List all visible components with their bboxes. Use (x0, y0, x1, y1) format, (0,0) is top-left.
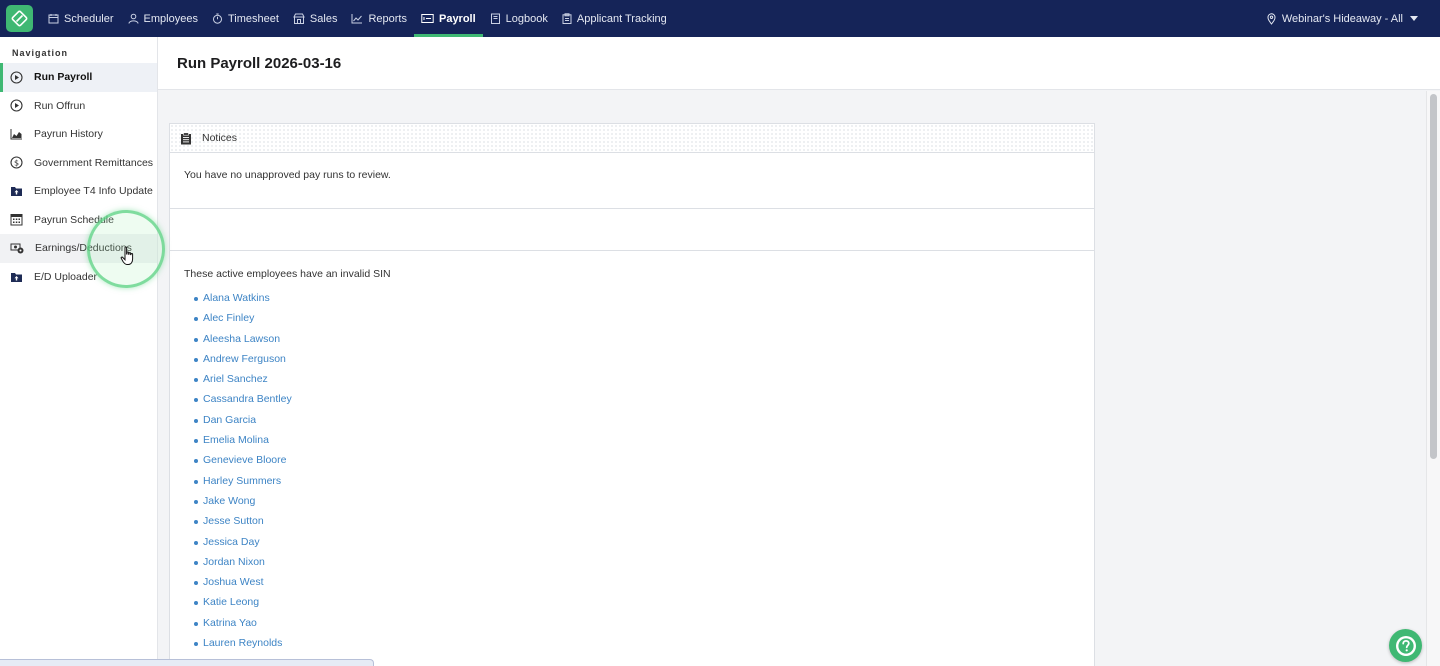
notices-panel-header: Notices (170, 124, 1094, 153)
payroll-icon (421, 14, 434, 23)
employee-link[interactable]: Andrew Ferguson (194, 353, 1094, 373)
calendar-icon (48, 14, 59, 24)
sidebar-item-label: Run Offrun (34, 99, 86, 112)
sidebar-heading: Navigation (12, 48, 69, 58)
clipboard-icon (562, 13, 572, 24)
nav-payroll[interactable]: Payroll (413, 0, 483, 37)
employee-link[interactable]: Jessica Day (194, 536, 1094, 556)
nav-timesheet[interactable]: Timesheet (205, 0, 286, 37)
sidebar-item-employee-t4-info-update[interactable]: Employee T4 Info Update (0, 177, 157, 206)
stopwatch-icon (212, 13, 222, 24)
nav-applicant-tracking[interactable]: Applicant Tracking (555, 0, 674, 37)
sidebar-item-run-offrun[interactable]: Run Offrun (0, 92, 157, 121)
invalid-sin-heading: These active employees have an invalid S… (184, 268, 391, 280)
nav-label: Timesheet (227, 12, 279, 25)
nav-label: Scheduler (64, 12, 114, 25)
employee-link[interactable]: Harley Summers (194, 475, 1094, 495)
employee-link[interactable]: Jake Wong (194, 495, 1094, 515)
page-scrollbar-thumb[interactable] (1430, 94, 1437, 459)
invalid-sin-section: These active employees have an invalid S… (170, 251, 1094, 657)
sidebar-item-payrun-history[interactable]: Payrun History (0, 120, 157, 149)
employee-link[interactable]: Katie Leong (194, 596, 1094, 616)
area-chart-icon (10, 129, 22, 140)
employee-link[interactable]: Katrina Yao (194, 617, 1094, 637)
sidebar-item-label: Run Payroll (34, 71, 93, 84)
question-mark-icon (1395, 635, 1416, 656)
line-chart-icon (351, 14, 363, 24)
play-circle-icon (10, 71, 23, 84)
employee-link[interactable]: Emelia Molina (194, 434, 1094, 454)
svg-text:$: $ (14, 159, 19, 168)
nav-scheduler[interactable]: Scheduler (41, 0, 121, 37)
location-label: Webinar's Hideaway - All (1281, 12, 1403, 25)
page-title: Run Payroll 2026-03-16 (177, 55, 342, 72)
employee-link[interactable]: Genevieve Bloore (194, 454, 1094, 474)
invalid-sin-employee-list: Alana Watkins Alec Finley Aleesha Lawson An… (184, 292, 1094, 657)
employee-link[interactable]: Alec Finley (194, 312, 1094, 332)
nav-logbook[interactable]: Logbook (483, 0, 555, 37)
sidebar: Navigation Run Payroll Run Offrun Payrun… (0, 37, 158, 666)
map-pin-icon (1267, 12, 1276, 25)
sidebar-item-label: E/D Uploader (34, 270, 98, 283)
nav-label: Reports (368, 12, 407, 25)
chevron-down-icon (1410, 16, 1418, 21)
browser-status-bar (0, 659, 374, 666)
shop-icon (293, 13, 305, 24)
nav-label: Logbook (505, 12, 548, 25)
money-gear-icon (10, 243, 24, 254)
sidebar-item-label: Government Remittances (34, 156, 154, 169)
employee-link[interactable]: Jesse Sutton (194, 515, 1094, 535)
location-selector[interactable]: Webinar's Hideaway - All (1267, 0, 1418, 37)
book-icon (490, 13, 500, 24)
top-navigation-bar: Scheduler Employees Timesheet Sales Repo… (0, 0, 1440, 37)
employee-link[interactable]: Joshua West (194, 576, 1094, 596)
notice-spacer (170, 209, 1094, 251)
employee-link[interactable]: Dan Garcia (194, 414, 1094, 434)
employee-link[interactable]: Ariel Sanchez (194, 373, 1094, 393)
sidebar-item-label: Employee T4 Info Update (34, 185, 153, 198)
folder-upload-icon (11, 187, 22, 197)
employee-link[interactable]: Cassandra Bentley (194, 393, 1094, 413)
clipboard-list-icon (181, 132, 191, 144)
page-header: Run Payroll 2026-03-16 (158, 37, 1440, 90)
sidebar-item-label: Payrun History (34, 128, 103, 141)
notices-title: Notices (202, 132, 238, 144)
nav-reports[interactable]: Reports (344, 0, 414, 37)
nav-label: Applicant Tracking (576, 12, 667, 25)
hand-cursor-icon (120, 246, 134, 265)
nav-label: Payroll (438, 12, 476, 25)
nav-employees[interactable]: Employees (121, 0, 205, 37)
sidebar-item-run-payroll[interactable]: Run Payroll (0, 63, 157, 92)
nav-label: Employees (143, 12, 198, 25)
employee-link[interactable]: Jordan Nixon (194, 556, 1094, 576)
notice-message: You have no unapproved pay runs to revie… (170, 153, 1094, 209)
employee-link[interactable]: Alana Watkins (194, 292, 1094, 312)
page-scrollbar[interactable] (1426, 91, 1440, 666)
nav-label: Sales (309, 12, 338, 25)
app-logo-icon[interactable] (6, 5, 33, 32)
play-circle-icon (10, 99, 23, 112)
person-icon (128, 13, 139, 24)
help-button[interactable] (1389, 629, 1422, 662)
employee-link[interactable]: Lauren Reynolds (194, 637, 1094, 657)
notices-panel: Notices You have no unapproved pay runs … (169, 123, 1095, 666)
calendar-grid-icon (10, 214, 23, 226)
dollar-circle-icon: $ (10, 156, 23, 169)
employee-link[interactable]: Aleesha Lawson (194, 333, 1094, 353)
sidebar-item-government-remittances[interactable]: $ Government Remittances (0, 149, 157, 178)
nav-sales[interactable]: Sales (286, 0, 345, 37)
folder-upload-icon (11, 272, 22, 282)
